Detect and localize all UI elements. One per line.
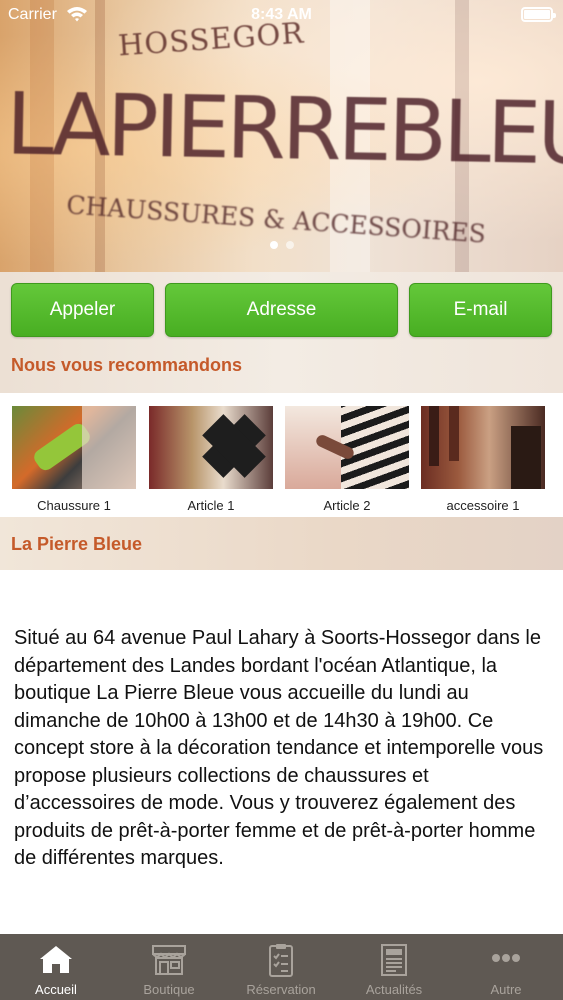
action-bar: Appeler Adresse E-mail Nous vous recomma… bbox=[0, 272, 563, 393]
battery-fill bbox=[524, 10, 550, 19]
about-title: La Pierre Bleue bbox=[11, 534, 143, 554]
recommend-item[interactable]: Article 1 bbox=[149, 406, 273, 513]
product-thumbnail[interactable] bbox=[12, 406, 136, 489]
clipboard-icon bbox=[261, 942, 301, 978]
hero-carousel[interactable]: HOSSEGOR LAPIERREBLEUE CHAUSSURES & ACCE… bbox=[0, 0, 563, 272]
tab-accueil[interactable]: Accueil bbox=[0, 934, 112, 1000]
product-thumbnail[interactable] bbox=[149, 406, 273, 489]
carousel-dot[interactable] bbox=[285, 241, 294, 249]
battery-icon bbox=[521, 7, 556, 22]
tab-reservation[interactable]: Réservation bbox=[225, 934, 337, 1000]
recommend-title: Nous vous recommandons bbox=[11, 355, 243, 375]
address-button[interactable]: Adresse bbox=[165, 283, 398, 337]
tab-label: Autre bbox=[490, 982, 522, 997]
tab-autre[interactable]: Autre bbox=[450, 934, 562, 1000]
home-icon bbox=[36, 942, 76, 978]
product-thumbnail[interactable] bbox=[421, 406, 545, 489]
about-header: La Pierre Bleue bbox=[0, 517, 563, 570]
about-description: Situé au 64 avenue Paul Lahary à Soorts-… bbox=[14, 627, 544, 869]
thumb-decor bbox=[429, 406, 439, 466]
tab-bar: Accueil Boutique Réservation Actualités … bbox=[0, 934, 563, 1000]
recommend-item-label: Chaussure 1 bbox=[37, 498, 111, 513]
recommend-list: Chaussure 1 Article 1 Article 2 accessoi… bbox=[0, 393, 563, 517]
more-icon bbox=[486, 942, 526, 978]
thumb-decor bbox=[511, 426, 541, 489]
shop-icon bbox=[149, 942, 189, 978]
recommend-item[interactable]: accessoire 1 bbox=[421, 406, 545, 513]
about-section: Situé au 64 avenue Paul Lahary à Soorts-… bbox=[0, 570, 563, 934]
thumb-decor bbox=[82, 406, 136, 489]
carousel-dot-active[interactable] bbox=[269, 241, 278, 249]
tab-label: Accueil bbox=[35, 982, 77, 997]
hero-image-text-sub: CHAUSSURES & ACCESSOIRES bbox=[65, 190, 487, 249]
tab-label: Actualités bbox=[365, 982, 423, 997]
carousel-page-indicator[interactable] bbox=[0, 241, 563, 249]
recommend-item[interactable]: Article 2 bbox=[285, 406, 409, 513]
battery-nub bbox=[553, 13, 556, 18]
email-button[interactable]: E-mail bbox=[409, 283, 552, 337]
newspaper-icon bbox=[374, 942, 414, 978]
recommend-item-label: Article 1 bbox=[187, 498, 235, 513]
tab-actualites[interactable]: Actualités bbox=[338, 934, 450, 1000]
tab-label: Boutique bbox=[143, 982, 195, 997]
product-thumbnail[interactable] bbox=[285, 406, 409, 489]
recommend-item-label: Article 2 bbox=[323, 498, 371, 513]
tab-label: Réservation bbox=[246, 982, 316, 997]
thumb-decor bbox=[449, 406, 459, 461]
hero-image-text-main: LAPIERREBLEUE bbox=[5, 74, 563, 186]
recommend-item-label: accessoire 1 bbox=[446, 498, 520, 513]
status-time: 8:43 AM bbox=[251, 6, 312, 23]
recommend-item[interactable]: Chaussure 1 bbox=[12, 406, 136, 513]
call-button[interactable]: Appeler bbox=[11, 283, 154, 337]
status-bar: Carrier 8:43 AM bbox=[0, 0, 563, 30]
tab-boutique[interactable]: Boutique bbox=[113, 934, 225, 1000]
